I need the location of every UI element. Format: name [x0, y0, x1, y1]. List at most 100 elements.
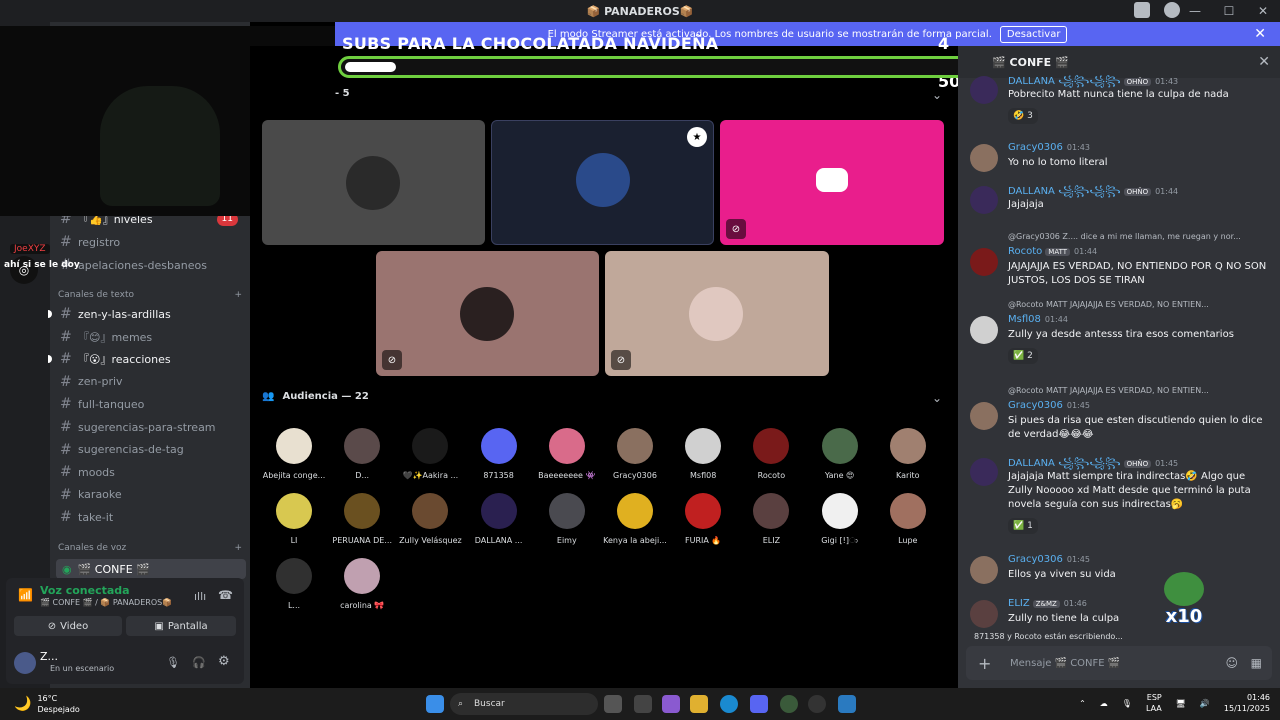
audience-member[interactable]: Kenya la abeji... — [601, 493, 669, 545]
audience-member[interactable]: Zully Velásquez — [396, 493, 464, 545]
clock[interactable]: 01:46 15/11/2025 — [1224, 692, 1270, 714]
maximize-icon[interactable]: ☐ — [1212, 4, 1246, 18]
voice-status[interactable]: Voz conectada — [40, 584, 130, 597]
file-explorer-icon[interactable] — [690, 695, 708, 713]
task-view-icon[interactable] — [604, 695, 622, 713]
settings-gear-icon[interactable]: ⚙ — [218, 654, 230, 669]
message-avatar[interactable] — [970, 600, 998, 628]
author-name[interactable]: DALLANA ꧁꧂꧁꧂ — [1008, 76, 1121, 87]
author-name[interactable]: Rocoto — [1008, 246, 1042, 257]
message-avatar[interactable] — [970, 248, 998, 276]
message-reaction[interactable]: ✅ 2 — [1008, 348, 1038, 364]
audience-member[interactable]: Rocoto — [737, 428, 805, 480]
close-chat-icon[interactable]: ✕ — [1258, 54, 1270, 70]
author-name[interactable]: Gracy0306 — [1008, 400, 1063, 411]
message-author[interactable]: Msfl08 01:44 — [1008, 314, 1068, 325]
message-avatar[interactable] — [970, 76, 998, 104]
chevron-down-icon[interactable]: ⌄ — [932, 391, 942, 405]
add-channel-icon[interactable]: + — [234, 290, 242, 300]
message-author[interactable]: Gracy0306 01:45 — [1008, 554, 1090, 565]
audience-member[interactable]: FURIA 🔥 — [669, 493, 737, 545]
author-name[interactable]: DALLANA ꧁꧂꧁꧂ — [1008, 458, 1121, 469]
audience-member[interactable]: Gracy0306 — [601, 428, 669, 480]
audience-member[interactable]: Abejita conge... — [260, 428, 328, 480]
windows-start-icon[interactable] — [426, 695, 444, 713]
audience-member[interactable]: Gigi [!]ා — [806, 493, 874, 546]
message-avatar[interactable] — [970, 186, 998, 214]
reply-preview[interactable]: @Gracy0306 Z.... dice a mi me llaman, me… — [1008, 232, 1270, 241]
text-channel[interactable]: # take-it — [60, 507, 244, 527]
voice-location[interactable]: 🎬 CONFE 🎬 / 📦 PANADEROS📦 — [40, 598, 172, 607]
volume-icon[interactable]: 🔊 — [1200, 699, 1210, 708]
headphones-icon[interactable]: 🎧 — [192, 656, 206, 669]
network-icon[interactable]: 🖥 — [1176, 699, 1186, 708]
message-reaction[interactable]: 🤣 3 — [1008, 108, 1038, 124]
audience-member[interactable]: Karito — [874, 428, 942, 480]
close-window-icon[interactable]: ✕ — [1246, 4, 1280, 18]
edge-icon[interactable] — [720, 695, 738, 713]
copilot-icon[interactable] — [662, 695, 680, 713]
text-channel[interactable]: # full-tanqueo — [60, 394, 244, 414]
author-name[interactable]: Gracy0306 — [1008, 142, 1063, 153]
deactivate-button[interactable]: Desactivar — [999, 25, 1068, 43]
audience-member[interactable]: LI — [260, 493, 328, 545]
audience-member[interactable]: L... — [260, 558, 328, 610]
message-avatar[interactable] — [970, 458, 998, 486]
message-reaction[interactable]: ✅ 1 — [1008, 518, 1038, 534]
minimize-icon[interactable]: — — [1178, 4, 1212, 18]
message-author[interactable]: Gracy0306 01:45 — [1008, 400, 1090, 411]
audience-member[interactable]: Baeeeeeee 👾 — [533, 428, 601, 480]
app-icon[interactable] — [780, 695, 798, 713]
add-channel-icon[interactable]: + — [234, 543, 242, 553]
speaker-tile[interactable] — [262, 120, 485, 245]
reply-preview[interactable]: @Rocoto MATT JAJAJAJJA ES VERDAD, NO ENT… — [1008, 300, 1270, 309]
language-indicator[interactable]: ESP LAA — [1146, 692, 1162, 714]
channel-registro[interactable]: # registro — [60, 232, 244, 252]
message-avatar[interactable] — [970, 144, 998, 172]
audience-member[interactable]: Msfl08 — [669, 428, 737, 480]
audience-member[interactable]: Eimy — [533, 493, 601, 545]
discord-icon[interactable] — [750, 695, 768, 713]
text-channel[interactable]: # sugerencias-para-stream — [60, 417, 244, 437]
emoji-icon[interactable]: ☺ — [1225, 656, 1238, 670]
speaker-tile[interactable]: ★ — [491, 120, 714, 245]
message-avatar[interactable] — [970, 402, 998, 430]
video-button[interactable]: ⊘ Video — [14, 616, 122, 636]
user-name[interactable]: Z... — [40, 650, 58, 663]
chevron-down-icon[interactable]: ⌄ — [932, 88, 942, 102]
voice-channels-category[interactable]: Canales de voz + — [58, 543, 242, 553]
text-channel[interactable]: # karaoke — [60, 485, 244, 505]
app-icon[interactable] — [838, 695, 856, 713]
audience-member[interactable]: D... — [328, 428, 396, 480]
message-author[interactable]: ELIZ Z&MZ 01:46 — [1008, 598, 1087, 609]
text-channel[interactable]: # 『😮』reacciones — [48, 349, 244, 369]
apps-icon[interactable]: ▦ — [1251, 656, 1262, 670]
author-name[interactable]: DALLANA ꧁꧂꧁꧂ — [1008, 186, 1121, 197]
chevron-up-icon[interactable]: ⌃ — [1079, 699, 1086, 708]
text-channel[interactable]: # 『😊』memes — [60, 327, 244, 347]
reply-preview[interactable]: @Rocoto MATT JAJAJAJJA ES VERDAD, NO ENT… — [1008, 386, 1270, 395]
close-banner-icon[interactable]: ✕ — [1254, 26, 1266, 42]
audience-member[interactable]: 🖤✨Aakira ... — [396, 428, 464, 480]
audience-member[interactable]: ELIZ — [737, 493, 805, 545]
audience-member[interactable]: Yane 😍 — [806, 428, 874, 480]
audience-member[interactable]: Lupe — [874, 493, 942, 545]
message-author[interactable]: Gracy0306 01:43 — [1008, 142, 1090, 153]
text-channel[interactable]: # sugerencias-de-tag — [60, 440, 244, 460]
taskbar-search[interactable]: ⌕ Buscar — [450, 693, 598, 715]
author-name[interactable]: ELIZ — [1008, 598, 1030, 609]
audience-member[interactable]: DALLANA ... — [465, 493, 533, 545]
onedrive-icon[interactable]: ☁ — [1100, 699, 1108, 708]
disconnect-icon[interactable]: ☎ — [218, 588, 233, 602]
author-name[interactable]: Msfl08 — [1008, 314, 1041, 325]
noise-suppression-icon[interactable]: ıllı — [194, 590, 206, 603]
inbox-icon[interactable] — [1134, 2, 1150, 18]
text-channel[interactable]: # moods — [60, 462, 244, 482]
microphone-icon[interactable]: 🎙 — [1122, 699, 1132, 708]
weather-widget[interactable]: 🌙 16°C Despejado — [14, 693, 80, 715]
user-avatar[interactable] — [14, 652, 36, 674]
message-author[interactable]: Rocoto MATT 01:44 — [1008, 246, 1097, 257]
add-attachment-icon[interactable]: + — [978, 654, 991, 673]
text-channel[interactable]: # zen-y-las-ardillas — [48, 304, 244, 324]
microphone-icon[interactable]: 🎙 — [166, 656, 180, 669]
